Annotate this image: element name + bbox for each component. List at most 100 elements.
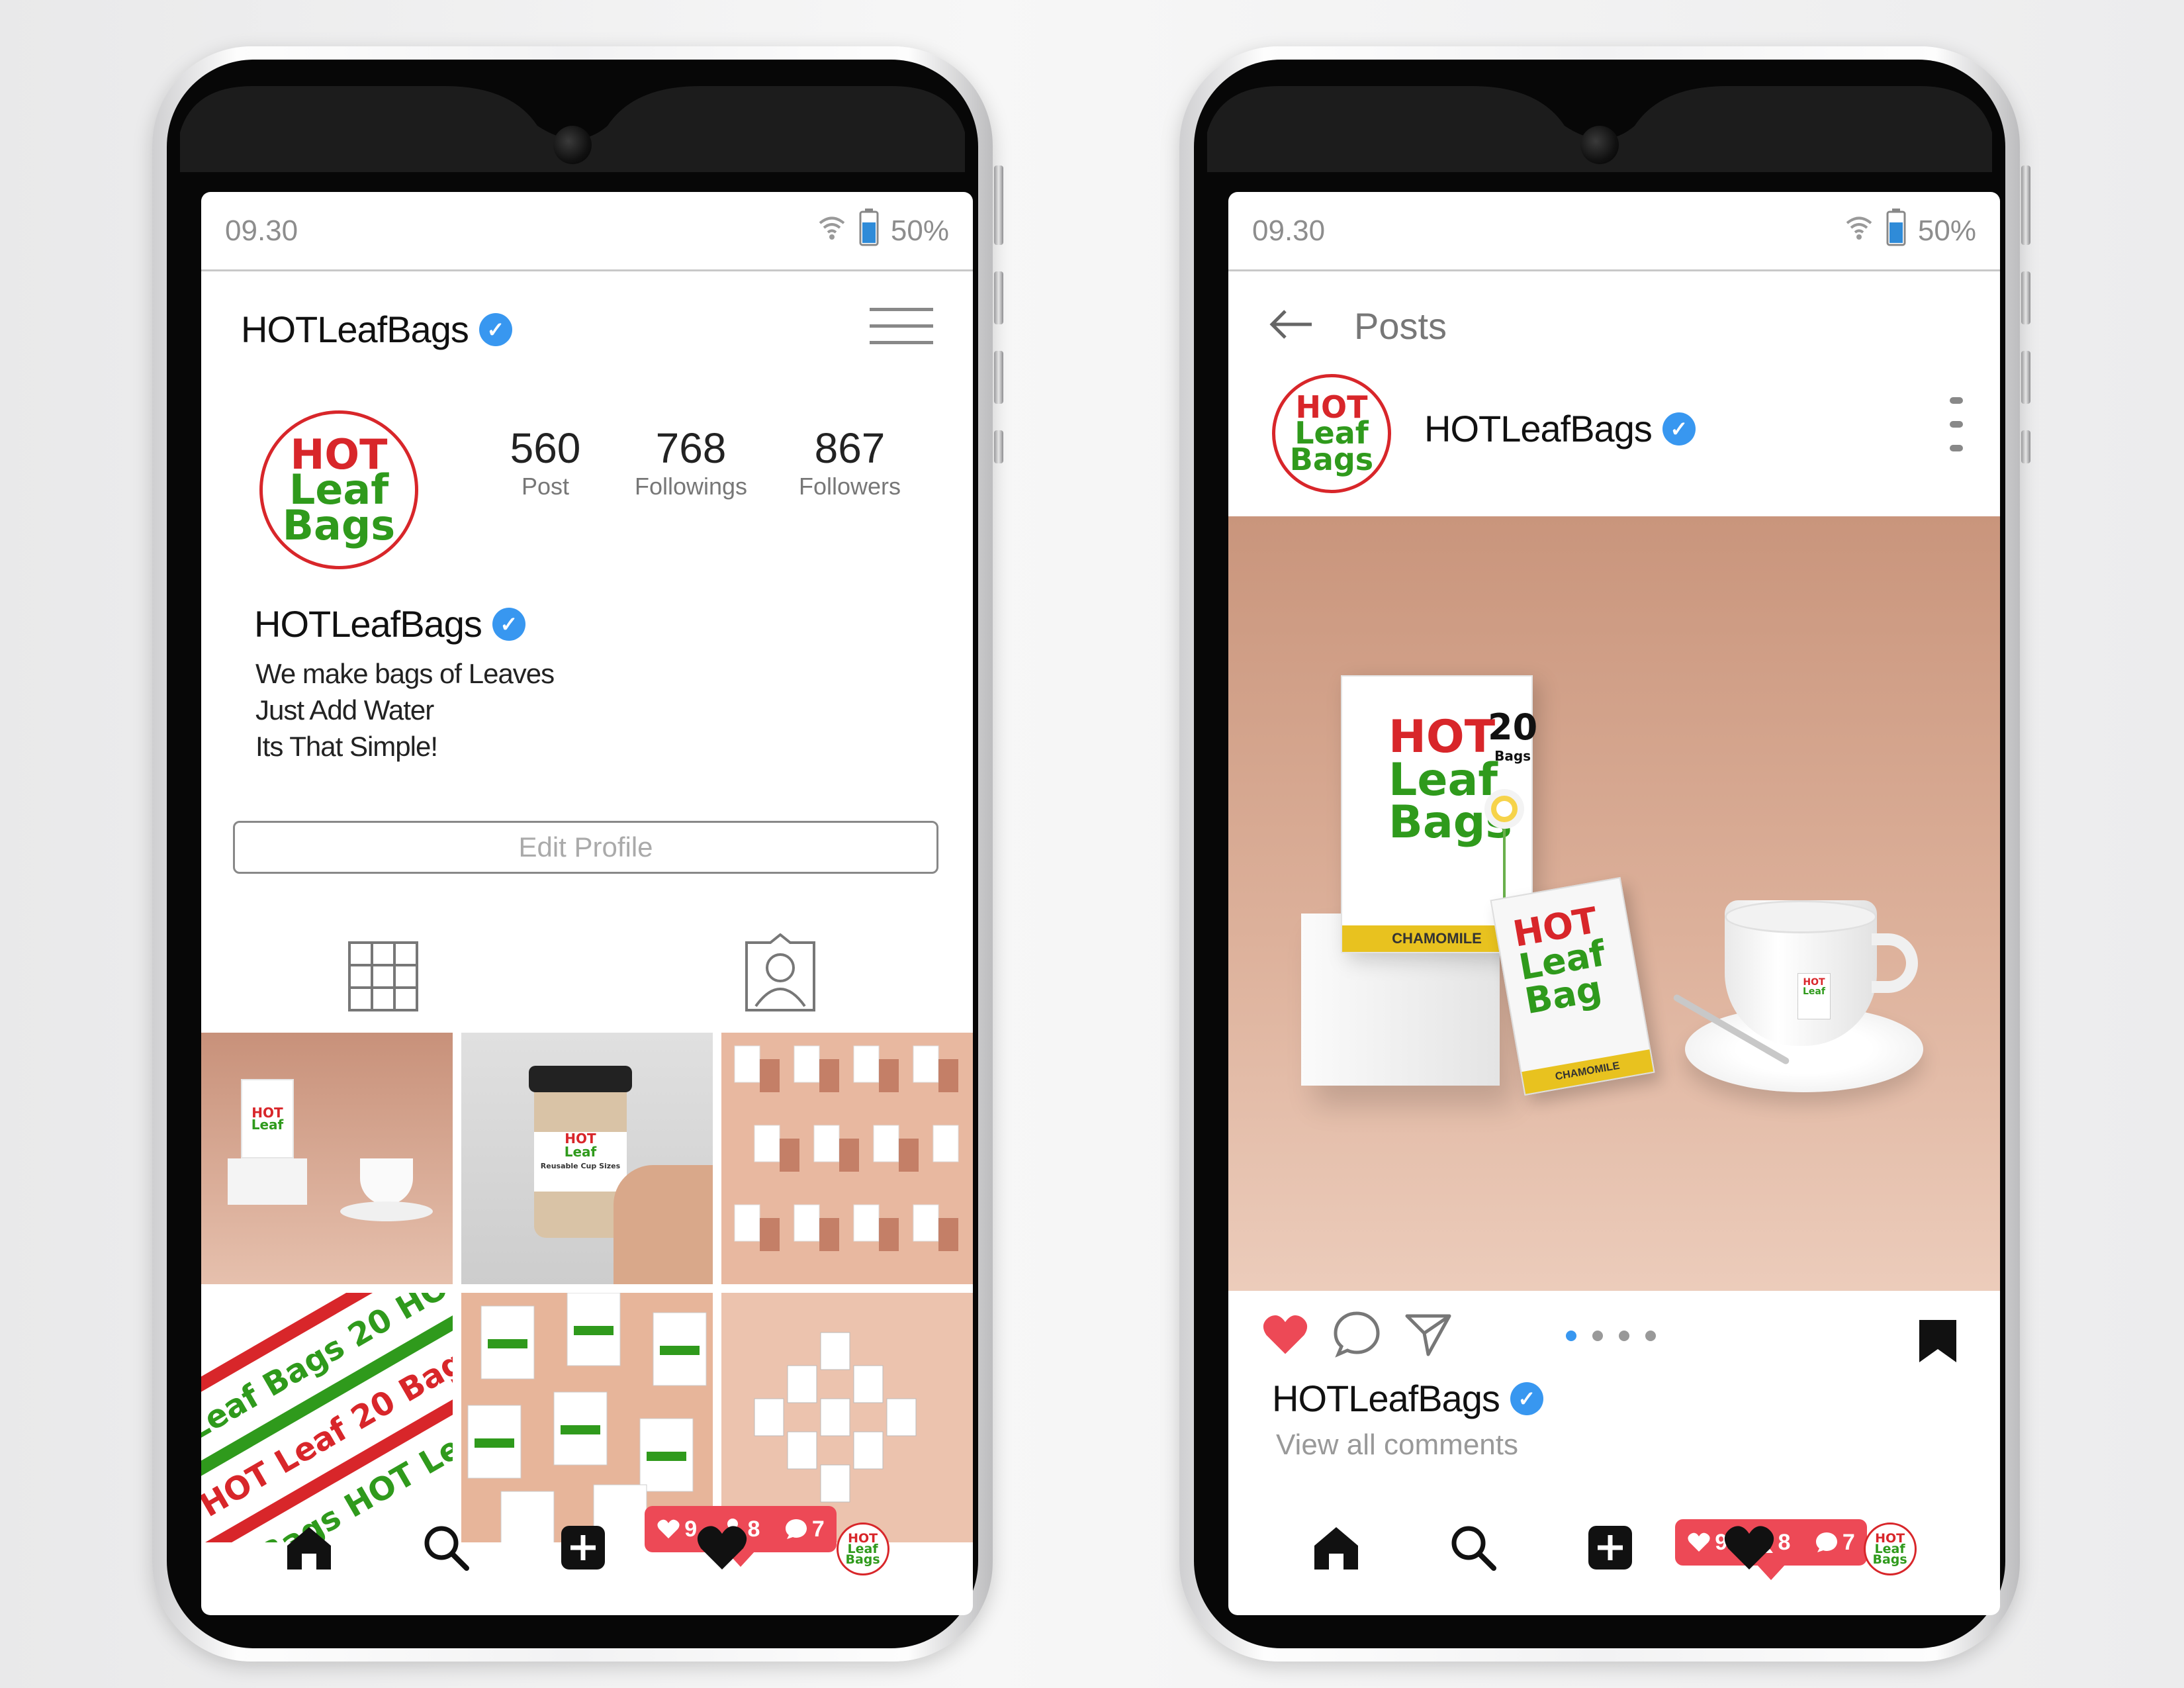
back-arrow-icon[interactable] — [1268, 308, 1314, 344]
side-button — [994, 351, 1003, 404]
caption-username: HOTLeafBags — [1272, 1378, 1500, 1419]
box-pattern-thumb — [734, 1045, 959, 1251]
wifi-icon — [817, 212, 847, 250]
coffee-cup-thumb: HOT Leaf Reusable Cup Sizes — [529, 1066, 632, 1238]
post-options-icon[interactable] — [1950, 397, 1963, 451]
profile-avatar[interactable]: HOT Leaf Bags — [259, 410, 418, 569]
bio-line: We make bags of Leaves — [255, 658, 555, 689]
home-icon[interactable] — [285, 1523, 334, 1575]
carousel-dots — [1566, 1331, 1656, 1341]
bio-line: Just Add Water — [255, 694, 434, 726]
status-bar: 09.30 50% — [201, 192, 973, 271]
avatar-logo-text: Bags — [1872, 1552, 1907, 1568]
profile-username: HOTLeafBags — [241, 308, 469, 350]
hamburger-menu-icon[interactable] — [870, 308, 933, 344]
status-time: 09.30 — [225, 214, 298, 247]
carousel-dot — [1592, 1331, 1603, 1341]
tag-text: HOT — [1803, 977, 1825, 988]
saucer-thumb — [340, 1201, 433, 1221]
profile-tab-avatar[interactable]: HOT Leaf Bags — [836, 1523, 889, 1575]
grid-post-box-pattern[interactable] — [721, 1033, 973, 1284]
carousel-dot — [1566, 1331, 1576, 1341]
verified-badge-icon: ✓ — [478, 312, 512, 346]
like-heart-icon[interactable] — [1261, 1313, 1309, 1360]
add-post-icon[interactable] — [559, 1523, 608, 1575]
stat-value: 867 — [814, 424, 886, 472]
bio-line: Its That Simple! — [255, 731, 438, 762]
edit-profile-button[interactable]: Edit Profile — [233, 821, 938, 874]
side-button — [2021, 351, 2030, 404]
caption-row[interactable]: HOTLeafBags ✓ — [1272, 1377, 1543, 1420]
side-button — [2021, 271, 2030, 324]
avatar-logo-text: Bags — [1289, 441, 1374, 477]
battery-icon — [859, 208, 879, 254]
flower-icon — [1491, 796, 1518, 822]
side-button — [994, 430, 1003, 463]
post-author-avatar[interactable]: HOT Leaf Bags — [1272, 374, 1391, 493]
status-time: 09.30 — [1252, 214, 1326, 247]
stat-label: Post — [521, 473, 570, 500]
search-icon[interactable] — [1449, 1523, 1498, 1575]
profile-stats: 560 Post 768 Followings 867 Followers — [479, 424, 929, 500]
sachet-brand: HOT Leaf Bag — [1510, 900, 1614, 1022]
flavor-label: CHAMOMILE — [1392, 930, 1482, 947]
stat-value: 560 — [510, 424, 581, 472]
profile-display-name: HOTLeafBags — [254, 603, 482, 645]
profile-bio: We make bags of Leaves Just Add Water It… — [255, 655, 555, 765]
grid-post-cup[interactable]: HOT Leaf Reusable Cup Sizes — [461, 1033, 713, 1284]
carousel-dot — [1619, 1331, 1629, 1341]
carousel-dot — [1645, 1331, 1656, 1341]
tea-box-line: Leaf — [1388, 753, 1498, 806]
stat-followings[interactable]: 768 Followings — [612, 424, 770, 500]
comment-icon[interactable] — [1333, 1311, 1381, 1362]
cup-sleeve: HOT Leaf Reusable Cup Sizes — [534, 1132, 627, 1192]
post-phone: 09.30 50% Posts HOT Leaf Bags HOTLeafBag… — [1179, 46, 2030, 1662]
activity-heart-icon[interactable] — [696, 1523, 749, 1575]
phone-bezel: 09.30 50% Posts HOT Leaf Bags HOTLeafBag… — [1194, 60, 2005, 1648]
phone-bezel: 09.30 50% HOTLeafBags ✓ HOT Leaf Bags 56… — [167, 60, 978, 1648]
tea-sachet: HOT Leaf Bag CHAMOMILE — [1490, 876, 1655, 1096]
verified-badge-icon: ✓ — [1662, 412, 1696, 445]
view-all-comments-link[interactable]: View all comments — [1276, 1429, 1518, 1462]
verified-badge-icon: ✓ — [1510, 1382, 1543, 1415]
tag-text: Leaf — [1803, 986, 1825, 997]
tea-box-count: 20 Bags — [1488, 706, 1537, 764]
post-author-row[interactable]: HOTLeafBags ✓ — [1424, 407, 1696, 450]
bag-count-unit: Bags — [1494, 748, 1531, 764]
tagged-photos-icon[interactable] — [744, 933, 817, 1016]
teabag-tag: HOT Leaf — [1797, 973, 1831, 1019]
add-post-icon[interactable] — [1586, 1523, 1635, 1575]
avatar-logo-text: Bags — [282, 500, 396, 549]
search-icon[interactable] — [422, 1523, 471, 1575]
bag-count: 20 — [1488, 706, 1538, 748]
pedestal-thumb — [228, 1158, 307, 1205]
tea-box-thumb: HOT Leaf — [241, 1079, 294, 1158]
stat-posts[interactable]: 560 Post — [479, 424, 612, 500]
battery-icon — [1886, 208, 1906, 254]
stat-followers[interactable]: 867 Followers — [770, 424, 929, 500]
profile-header: HOTLeafBags ✓ — [241, 308, 512, 351]
post-actions — [1261, 1311, 1452, 1362]
battery-percent: 50% — [1917, 214, 1976, 247]
activity-heart-icon[interactable] — [1723, 1523, 1776, 1575]
profile-phone: 09.30 50% HOTLeafBags ✓ HOT Leaf Bags 56… — [152, 46, 1003, 1662]
stat-label: Followers — [798, 473, 901, 500]
home-icon[interactable] — [1312, 1523, 1361, 1575]
teacup: HOT Leaf — [1725, 900, 1918, 1046]
wifi-icon — [1844, 212, 1874, 250]
sleeve-text: Reusable Cup Sizes — [540, 1162, 621, 1170]
posts-header-title: Posts — [1354, 305, 1447, 347]
sleeve-text: Leaf — [564, 1144, 597, 1160]
stat-value: 768 — [655, 424, 727, 472]
share-icon[interactable] — [1404, 1311, 1452, 1362]
sachet-flavor-label: CHAMOMILE — [1554, 1060, 1621, 1083]
grid-view-icon[interactable] — [347, 940, 420, 1016]
post-image[interactable]: HOT Leaf Bags 20 Bags CHAMOMILE HOT Leaf… — [1228, 516, 2000, 1291]
profile-screen: 09.30 50% HOTLeafBags ✓ HOT Leaf Bags 56… — [201, 192, 973, 1615]
profile-tab-avatar[interactable]: HOT Leaf Bags — [1863, 1523, 1917, 1575]
side-button — [994, 165, 1003, 245]
side-button — [994, 271, 1003, 324]
bookmark-icon[interactable] — [1917, 1317, 1959, 1368]
grid-post-tea-box[interactable]: HOT Leaf — [201, 1033, 453, 1284]
cup-thumb — [360, 1158, 413, 1205]
